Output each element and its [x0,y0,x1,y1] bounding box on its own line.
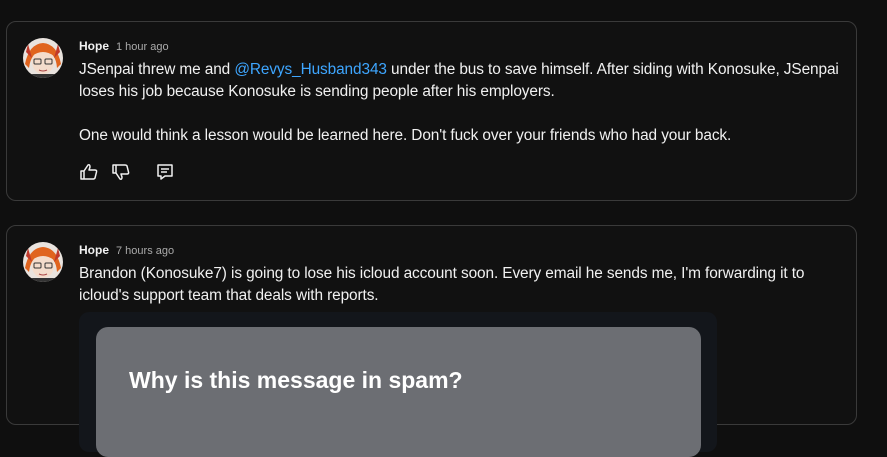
comment-actions [79,162,175,182]
comment-author[interactable]: Hope [79,243,109,257]
user-mention-link[interactable]: @Revys_Husband343 [234,61,387,78]
comment-timestamp[interactable]: 1 hour ago [116,41,169,53]
reply-icon[interactable] [155,162,175,182]
thumbs-down-icon[interactable] [111,162,131,182]
comment-paragraph: One would think a lesson would be learne… [79,127,732,144]
avatar[interactable] [23,242,63,282]
embedded-image-title: Why is this message in spam? [129,367,463,393]
avatar[interactable] [23,38,63,78]
comment-author[interactable]: Hope [79,39,109,53]
comment-card: Hope 1 hour ago JSenpai threw me and @Re… [6,21,857,201]
comment-text: JSenpai threw me and @Revys_Husband343 u… [79,59,840,147]
comment-text-part: JSenpai threw me and [79,61,235,78]
embedded-image[interactable]: Why is this message in spam? [79,312,717,457]
comment-text: Brandon (Konosuke7) is going to lose his… [79,265,805,304]
thumbs-up-icon[interactable] [79,162,99,182]
comment-card: Hope 7 hours ago Brandon (Konosuke7) is … [6,225,857,457]
embedded-image-card: Why is this message in spam? [96,327,701,457]
comment-timestamp[interactable]: 7 hours ago [116,245,174,257]
